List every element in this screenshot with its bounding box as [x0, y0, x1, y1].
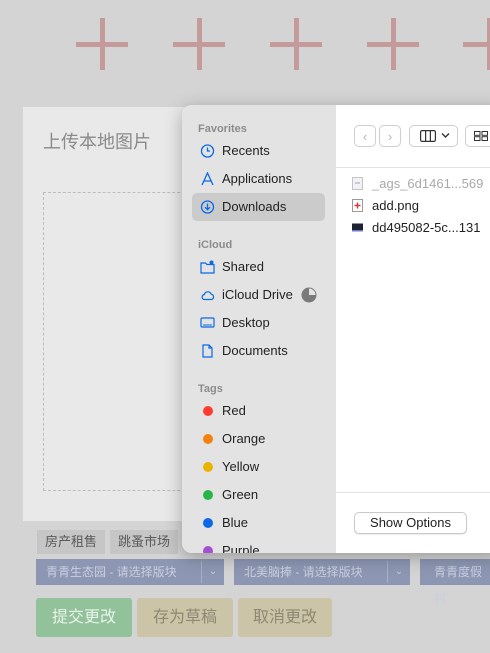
board-select-label: 北美脑捧 - 请选择版块	[244, 565, 363, 579]
submit-button[interactable]: 提交更改	[36, 598, 132, 637]
sidebar-item-applications[interactable]: Applications	[192, 165, 325, 193]
sidebar-item-label: Recents	[222, 143, 270, 158]
board-select[interactable]: 青青生态园 - 请选择版块 ⌄	[36, 559, 224, 585]
upload-dropzone[interactable]	[43, 192, 205, 491]
sidebar-item-label: iCloud Drive	[222, 287, 293, 302]
sidebar-item-label: Documents	[222, 343, 288, 358]
sidebar-tag-blue[interactable]: Blue	[192, 509, 325, 537]
sidebar-item-label: Orange	[222, 431, 266, 446]
file-browser: ‹ › _ags_6d1461...569 add.png dd495082-5…	[336, 105, 490, 553]
chevron-down-icon: ⌄	[201, 561, 224, 583]
toolbar: ‹ ›	[336, 105, 490, 168]
file-name: _ags_6d1461...569	[372, 176, 484, 191]
blue-tag-dot-icon	[203, 518, 213, 528]
board-select[interactable]: 青青度假村	[420, 559, 490, 605]
chevron-down-icon	[441, 133, 450, 138]
sidebar-item-label: Green	[222, 487, 259, 502]
plus-icon	[270, 18, 322, 70]
sidebar-item-recents[interactable]: Recents	[192, 137, 325, 165]
desktop-icon	[200, 317, 215, 328]
shared-folder-icon	[200, 260, 215, 274]
tag-chip[interactable]: 跳蚤市场	[110, 530, 179, 554]
view-mode-button[interactable]	[409, 125, 458, 147]
board-select[interactable]: 北美脑捧 - 请选择版块 ⌄	[234, 559, 410, 585]
sidebar-item-desktop[interactable]: Desktop	[192, 309, 325, 337]
image-file-icon	[352, 199, 363, 212]
cloud-icon	[201, 291, 215, 301]
grid-view-icon	[474, 131, 488, 141]
red-tag-dot-icon	[203, 406, 213, 416]
board-select-label: 青青生态园 - 请选择版块	[46, 565, 177, 579]
sidebar-tag-yellow[interactable]: Yellow	[192, 453, 325, 481]
sidebar-item-label: Downloads	[222, 199, 287, 214]
plus-icon	[173, 18, 225, 70]
purple-tag-dot-icon	[203, 546, 213, 553]
screenshot-file-icon	[352, 223, 363, 232]
group-button[interactable]	[465, 125, 490, 147]
tags-header: Tags	[198, 383, 223, 395]
icloud-header: iCloud	[198, 239, 233, 251]
sidebar-item-label: Shared	[222, 259, 264, 274]
sidebar-tag-red[interactable]: Red	[192, 397, 325, 425]
file-picker-dialog: Favorites Recents Applications Downloads…	[182, 105, 490, 553]
board-select-label: 青青度假村	[434, 565, 483, 605]
tag-chip[interactable]: 房产租售	[37, 530, 106, 554]
sidebar-tag-orange[interactable]: Orange	[192, 425, 325, 453]
plus-icon	[463, 18, 490, 70]
sidebar-item-label: Red	[222, 403, 246, 418]
show-options-button[interactable]: Show Options	[354, 512, 467, 534]
sidebar-item-documents[interactable]: Documents	[192, 337, 325, 365]
forward-button[interactable]: ›	[379, 125, 401, 147]
file-name: add.png	[372, 198, 419, 213]
applications-icon	[201, 172, 214, 186]
sidebar-item-label: Applications	[222, 171, 293, 186]
orange-tag-dot-icon	[203, 434, 213, 444]
sidebar-item-downloads[interactable]: Downloads	[192, 193, 325, 221]
save-draft-button[interactable]: 存为草稿	[137, 598, 233, 637]
green-tag-dot-icon	[203, 490, 213, 500]
sync-progress-icon	[301, 287, 317, 303]
dialog-footer: Show Options	[336, 492, 490, 553]
sidebar-item-label: Yellow	[222, 459, 260, 474]
upload-title: 上传本地图片	[43, 132, 151, 152]
yellow-tag-dot-icon	[203, 462, 213, 472]
clock-icon	[200, 144, 215, 158]
plus-icon	[367, 18, 419, 70]
sidebar: Favorites Recents Applications Downloads…	[182, 105, 337, 553]
chevron-down-icon: ⌄	[387, 561, 410, 583]
cancel-button[interactable]: 取消更改	[238, 598, 332, 637]
sidebar-item-label: Blue	[222, 515, 249, 530]
columns-view-icon	[420, 130, 436, 142]
sidebar-item-label: Desktop	[222, 315, 270, 330]
file-name: dd495082-5c...131	[372, 220, 481, 235]
sidebar-tag-purple[interactable]: Purple	[192, 537, 325, 553]
sidebar-item-label: Purple	[222, 543, 260, 553]
favorites-header: Favorites	[198, 123, 247, 135]
sidebar-item-shared[interactable]: Shared	[192, 253, 325, 281]
sidebar-item-icloud-drive[interactable]: iCloud Drive	[192, 281, 325, 309]
document-icon	[202, 344, 213, 358]
file-icon	[352, 177, 363, 190]
download-icon	[200, 200, 215, 214]
plus-icon	[76, 18, 128, 70]
back-button[interactable]: ‹	[354, 125, 376, 147]
sidebar-tag-green[interactable]: Green	[192, 481, 325, 509]
